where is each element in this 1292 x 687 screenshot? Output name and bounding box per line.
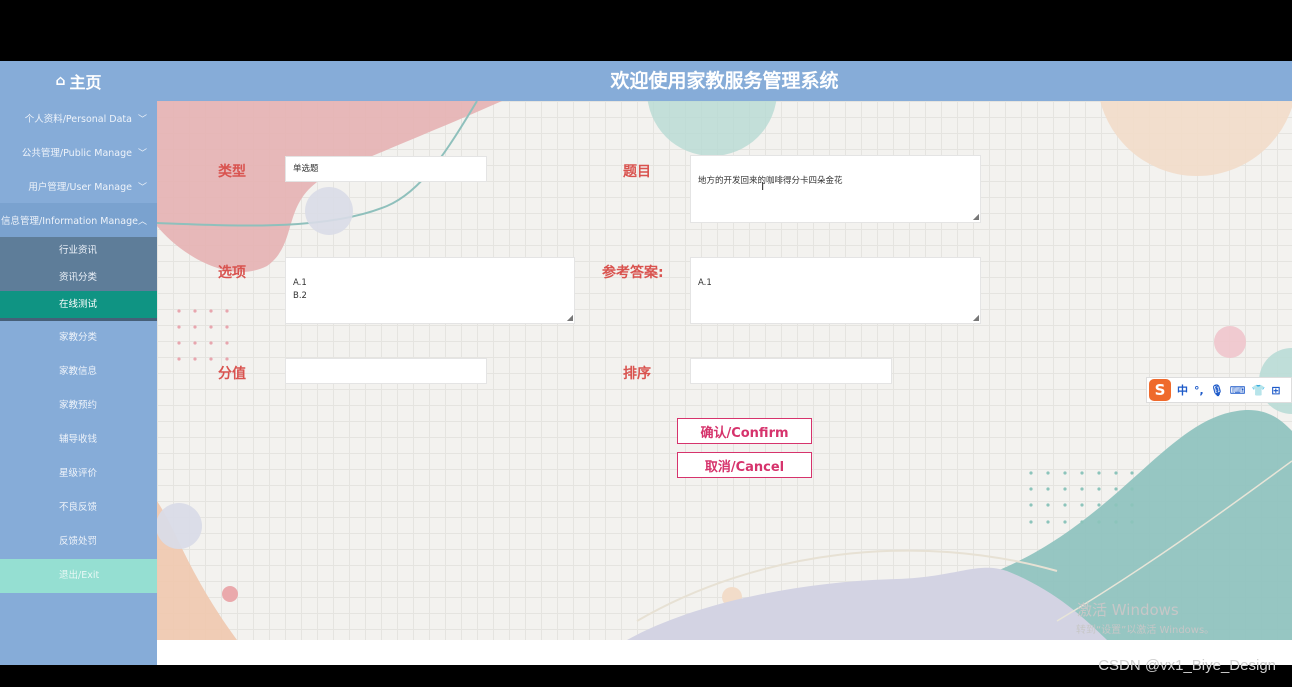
sidebar-item-online-test[interactable]: 在线测试	[0, 291, 157, 318]
home-icon: ⌂	[55, 73, 66, 89]
score-input[interactable]	[285, 358, 487, 384]
menu-public-manage[interactable]: 公共管理/Public Manage ﹀	[0, 135, 157, 169]
answer-textarea[interactable]: A.1 ◢	[690, 257, 981, 324]
windows-activation-subtext: 转到“设置”以激活 Windows。	[1076, 625, 1215, 636]
order-input[interactable]	[690, 358, 892, 384]
question-textarea[interactable]: 地方的开发回来的咖啡得分卡四朵金花 ◢	[690, 155, 981, 223]
menu-label: 公共管理/Public Manage	[21, 148, 132, 159]
sidebar-item-exit[interactable]: 退出/Exit	[0, 559, 157, 593]
order-label: 排序	[623, 366, 651, 382]
screen: ⌂ 主页 欢迎使用家教服务管理系统 个人资料/Personal Data ﹀ 公…	[0, 0, 1292, 687]
sidebar-item-tutor-info[interactable]: 家教信息	[0, 355, 157, 389]
menu-user-manage[interactable]: 用户管理/User Manage ﹀	[0, 169, 157, 203]
sidebar-item-star-rating[interactable]: 星级评价	[0, 457, 157, 491]
resize-grip-icon[interactable]: ◢	[973, 213, 979, 221]
chevron-up-icon: ︿	[137, 216, 147, 227]
options-text: A.1 B.2	[293, 278, 307, 301]
cancel-button[interactable]: 取消/Cancel	[677, 452, 812, 478]
sidebar-item-industry-news[interactable]: 行业资讯	[0, 237, 157, 264]
ime-toolbar[interactable]: S 中 °, 🎙 ⌨ 👕 ⊞	[1146, 377, 1292, 403]
type-select[interactable]: 单选题	[285, 156, 487, 182]
text-cursor-icon: I	[761, 180, 765, 193]
sidebar-item-news-category[interactable]: 资讯分类	[0, 264, 157, 291]
sidebar-item-tutor-category[interactable]: 家教分类	[0, 321, 157, 355]
answer-text: A.1	[698, 278, 712, 288]
type-label: 类型	[218, 164, 246, 180]
question-label: 题目	[623, 164, 651, 180]
submenu-information: 行业资讯 资讯分类 在线测试	[0, 237, 157, 321]
microphone-icon[interactable]: 🎙	[1210, 384, 1224, 397]
sidebar-item-tutor-booking[interactable]: 家教预约	[0, 389, 157, 423]
site-title: 欢迎使用家教服务管理系统	[610, 70, 839, 92]
csdn-watermark: CSDN @vx1_Biye_Design	[1098, 657, 1276, 674]
ime-punctuation-toggle[interactable]: °,	[1194, 384, 1204, 397]
chevron-down-icon: ﹀	[137, 148, 147, 159]
options-label: 选项	[218, 265, 246, 281]
sidebar: 个人资料/Personal Data ﹀ 公共管理/Public Manage …	[0, 101, 157, 665]
top-bar: ⌂ 主页 欢迎使用家教服务管理系统	[0, 61, 1292, 101]
resize-grip-icon[interactable]: ◢	[973, 314, 979, 322]
home-label: 主页	[69, 73, 102, 92]
answer-label: 参考答案:	[602, 265, 664, 281]
menu-information-manage[interactable]: 信息管理/Information Manage ︿	[0, 203, 157, 237]
shirt-icon[interactable]: 👕	[1252, 384, 1266, 397]
confirm-button[interactable]: 确认/Confirm	[677, 418, 812, 444]
grid-icon[interactable]: ⊞	[1271, 384, 1280, 397]
score-label: 分值	[218, 366, 246, 382]
menu-label: 信息管理/Information Manage	[1, 216, 138, 227]
menu-personal-data[interactable]: 个人资料/Personal Data ﹀	[0, 101, 157, 135]
keyboard-icon[interactable]: ⌨	[1230, 384, 1246, 397]
windows-activation-watermark: 激活 Windows	[1077, 601, 1179, 619]
sidebar-item-feedback-penalty[interactable]: 反馈处罚	[0, 525, 157, 559]
home-link[interactable]: ⌂ 主页	[0, 61, 157, 101]
question-text: 地方的开发回来的咖啡得分卡四朵金花	[698, 176, 843, 186]
sidebar-item-tutoring-fee[interactable]: 辅导收钱	[0, 423, 157, 457]
main-content: 类型 单选题 题目 地方的开发回来的咖啡得分卡四朵金花 ◢ I 选项 A.1 B…	[157, 101, 1292, 640]
sogou-logo-icon[interactable]: S	[1149, 379, 1171, 401]
menu-label: 个人资料/Personal Data	[24, 114, 132, 125]
ime-mode-toggle[interactable]: 中	[1177, 382, 1188, 398]
menu-label: 用户管理/User Manage	[28, 182, 132, 193]
chevron-down-icon: ﹀	[137, 182, 147, 193]
options-textarea[interactable]: A.1 B.2 ◢	[285, 257, 575, 324]
sidebar-item-bad-feedback[interactable]: 不良反馈	[0, 491, 157, 525]
resize-grip-icon[interactable]: ◢	[567, 314, 573, 322]
chevron-down-icon: ﹀	[137, 114, 147, 125]
